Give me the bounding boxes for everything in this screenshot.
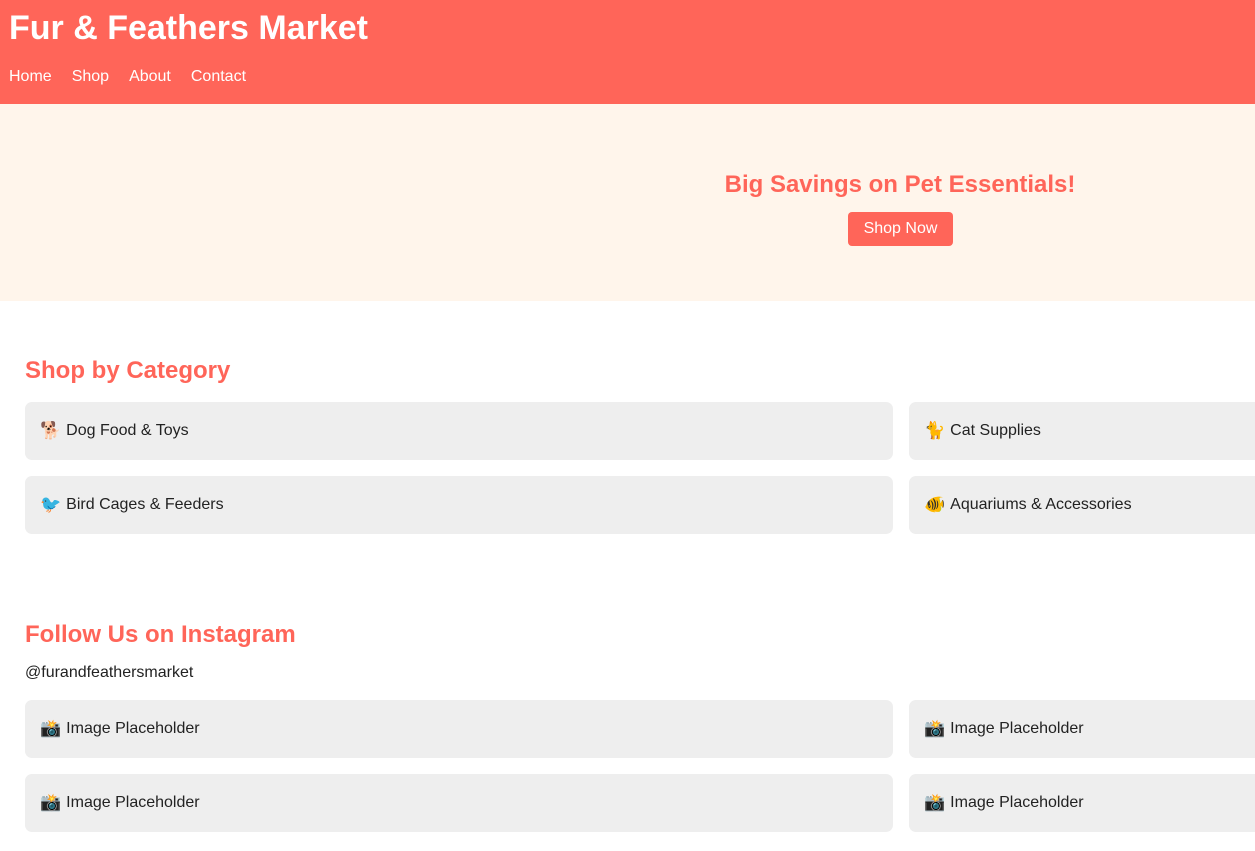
category-label: Aquariums & Accessories	[950, 496, 1132, 513]
instagram-image-placeholder[interactable]: 📸 Image Placeholder	[909, 700, 1255, 758]
nav-about[interactable]: About	[129, 68, 171, 86]
instagram-image-placeholder[interactable]: 📸 Image Placeholder	[25, 700, 893, 758]
placeholder-label: Image Placeholder	[950, 794, 1084, 811]
camera-icon: 📸	[40, 793, 62, 812]
placeholder-label: Image Placeholder	[950, 720, 1084, 737]
dog-icon: 🐕	[40, 421, 62, 440]
camera-icon: 📸	[924, 793, 946, 812]
nav-home[interactable]: Home	[9, 68, 52, 86]
site-title: Fur & Feathers Market	[9, 9, 368, 47]
nav-contact[interactable]: Contact	[191, 68, 246, 86]
placeholder-label: Image Placeholder	[66, 794, 200, 811]
shop-now-button[interactable]: Shop Now	[848, 212, 953, 246]
category-label: Cat Supplies	[950, 422, 1041, 439]
category-label: Dog Food & Toys	[66, 422, 189, 439]
category-grid: 🐕 Dog Food & Toys 🐈 Cat Supplies 🐦 Bird …	[25, 402, 1255, 534]
camera-icon: 📸	[40, 719, 62, 738]
hero-title: Big Savings on Pet Essentials!	[724, 171, 1076, 198]
category-card-dog[interactable]: 🐕 Dog Food & Toys	[25, 402, 893, 460]
fish-icon: 🐠	[924, 495, 946, 514]
nav-shop[interactable]: Shop	[72, 68, 109, 86]
camera-icon: 📸	[924, 719, 946, 738]
placeholder-label: Image Placeholder	[66, 720, 200, 737]
instagram-image-placeholder[interactable]: 📸 Image Placeholder	[909, 774, 1255, 832]
instagram-section-title: Follow Us on Instagram	[25, 621, 296, 648]
instagram-image-placeholder[interactable]: 📸 Image Placeholder	[25, 774, 893, 832]
cat-icon: 🐈	[924, 421, 946, 440]
category-card-fish[interactable]: 🐠 Aquariums & Accessories	[909, 476, 1255, 534]
category-card-cat[interactable]: 🐈 Cat Supplies	[909, 402, 1255, 460]
bird-icon: 🐦	[40, 495, 62, 514]
main-nav: Home Shop About Contact	[9, 68, 246, 86]
instagram-handle: @furandfeathersmarket	[25, 664, 194, 681]
site-header: Fur & Feathers Market Home Shop About Co…	[0, 0, 1255, 104]
category-section-title: Shop by Category	[25, 357, 231, 384]
hero-banner: Big Savings on Pet Essentials! Shop Now	[0, 104, 1255, 301]
instagram-grid: 📸 Image Placeholder 📸 Image Placeholder …	[25, 700, 1255, 832]
category-card-bird[interactable]: 🐦 Bird Cages & Feeders	[25, 476, 893, 534]
category-label: Bird Cages & Feeders	[66, 496, 224, 513]
